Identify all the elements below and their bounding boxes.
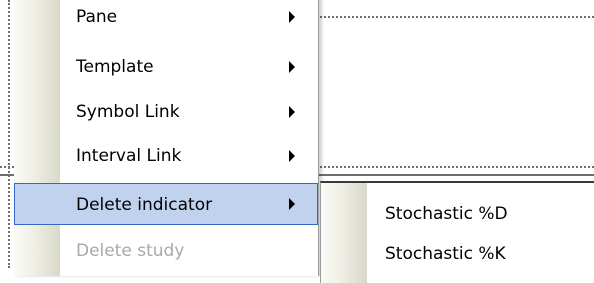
submenu-item-label: Stochastic %D bbox=[385, 204, 508, 224]
menu-item-delete-study[interactable]: Delete study bbox=[14, 230, 318, 272]
submenu-arrow-icon bbox=[289, 61, 295, 73]
menu-item-pane[interactable]: Pane bbox=[14, 0, 318, 38]
menu-item-interval-link[interactable]: Interval Link bbox=[14, 135, 318, 177]
context-menu: Pane Template Symbol Link Interval Link … bbox=[14, 0, 319, 276]
submenu-arrow-icon bbox=[289, 150, 295, 162]
menu-item-label: Symbol Link bbox=[76, 102, 180, 122]
submenu-arrow-icon bbox=[289, 106, 295, 118]
menu-item-label: Template bbox=[76, 57, 154, 77]
menu-item-delete-indicator[interactable]: Delete indicator bbox=[14, 183, 318, 225]
submenu-item-stochastic-k[interactable]: Stochastic %K bbox=[321, 234, 594, 274]
menu-item-template[interactable]: Template bbox=[14, 46, 318, 88]
chart-left-edge bbox=[8, 0, 10, 268]
menu-item-label: Delete study bbox=[76, 241, 185, 261]
submenu-item-stochastic-d[interactable]: Stochastic %D bbox=[321, 194, 594, 234]
submenu-arrow-icon bbox=[289, 198, 295, 210]
chart-grid-line-top bbox=[320, 16, 594, 18]
submenu-arrow-icon bbox=[289, 11, 295, 23]
menu-item-symbol-link[interactable]: Symbol Link bbox=[14, 91, 318, 133]
menu-item-label: Interval Link bbox=[76, 146, 182, 166]
menu-item-label: Delete indicator bbox=[76, 195, 213, 215]
submenu-item-label: Stochastic %K bbox=[385, 244, 506, 264]
menu-item-label: Pane bbox=[76, 7, 118, 27]
